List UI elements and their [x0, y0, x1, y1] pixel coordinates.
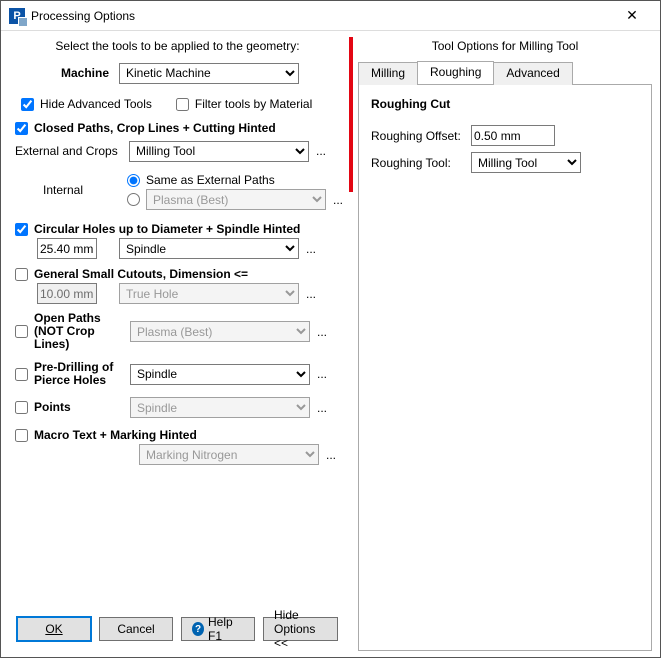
app-icon: P	[9, 8, 25, 24]
open-paths-checkbox[interactable]	[15, 325, 28, 338]
more-icon[interactable]: ...	[330, 193, 346, 207]
small-dim-input[interactable]	[37, 283, 97, 304]
more-icon[interactable]: ...	[303, 242, 319, 256]
roughing-heading: Roughing Cut	[371, 97, 639, 111]
tab-advanced[interactable]: Advanced	[493, 62, 572, 85]
small-cutouts-checkbox[interactable]: General Small Cutouts, Dimension <=	[9, 267, 346, 281]
more-icon[interactable]: ...	[314, 401, 330, 415]
external-crops-label: External and Crops	[9, 144, 129, 158]
more-icon[interactable]: ...	[323, 448, 339, 462]
internal-other-radio[interactable]	[127, 193, 140, 206]
close-icon[interactable]: ✕	[612, 7, 652, 24]
more-icon[interactable]: ...	[303, 287, 319, 301]
machine-label: Machine	[9, 66, 119, 80]
internal-label: Internal	[9, 171, 127, 197]
dialog-window: P Processing Options ✕ Select the tools …	[0, 0, 661, 658]
more-icon[interactable]: ...	[313, 144, 329, 158]
left-caption: Select the tools to be applied to the ge…	[9, 39, 346, 53]
open-paths-combo[interactable]: Plasma (Best)	[130, 321, 310, 342]
circular-dia-input[interactable]	[37, 238, 97, 259]
internal-combo[interactable]: Plasma (Best)	[146, 189, 326, 210]
tab-strip: Milling Roughing Advanced	[358, 61, 652, 85]
hide-advanced-tools-checkbox[interactable]: Hide Advanced Tools	[15, 97, 152, 111]
tab-milling[interactable]: Milling	[358, 62, 418, 85]
pre-drilling-label: Pre-Drilling of Pierce Holes	[34, 361, 130, 387]
roughing-tool-combo[interactable]: Milling Tool	[471, 152, 581, 173]
points-combo[interactable]: Spindle	[130, 397, 310, 418]
highlight-divider	[349, 37, 353, 192]
tab-body: Roughing Cut Roughing Offset: Roughing T…	[358, 85, 652, 651]
filter-by-material-checkbox[interactable]: Filter tools by Material	[170, 97, 312, 111]
content-area: Select the tools to be applied to the ge…	[1, 31, 660, 657]
circular-tool-combo[interactable]: Spindle	[119, 238, 299, 259]
help-button[interactable]: ?Help F1	[181, 617, 255, 641]
hide-options-button[interactable]: Hide Options <<	[263, 617, 338, 641]
help-icon: ?	[192, 622, 204, 636]
pre-drilling-checkbox[interactable]	[15, 368, 28, 381]
closed-paths-checkbox[interactable]: Closed Paths, Crop Lines + Cutting Hinte…	[9, 121, 346, 135]
macro-combo[interactable]: Marking Nitrogen	[139, 444, 319, 465]
titlebar: P Processing Options ✕	[1, 1, 660, 31]
pre-drilling-combo[interactable]: Spindle	[130, 364, 310, 385]
ok-button[interactable]: OK	[17, 617, 91, 641]
cancel-button[interactable]: Cancel	[99, 617, 173, 641]
more-icon[interactable]: ...	[314, 325, 330, 339]
circular-holes-checkbox[interactable]: Circular Holes up to Diameter + Spindle …	[9, 222, 346, 236]
macro-text-checkbox[interactable]: Macro Text + Marking Hinted	[9, 428, 346, 442]
machine-combo[interactable]: Kinetic Machine	[119, 63, 299, 84]
internal-same-radio[interactable]: Same as External Paths	[127, 173, 346, 187]
points-checkbox[interactable]	[15, 401, 28, 414]
button-bar: OK Cancel ?Help F1 Hide Options <<	[9, 611, 346, 651]
roughing-tool-label: Roughing Tool:	[371, 156, 471, 170]
right-pane: Tool Options for Milling Tool Milling Ro…	[350, 31, 660, 657]
points-label: Points	[34, 401, 130, 414]
roughing-offset-input[interactable]	[471, 125, 555, 146]
open-paths-label: Open Paths (NOT Crop Lines)	[34, 312, 130, 351]
external-crops-combo[interactable]: Milling Tool	[129, 141, 309, 162]
small-tool-combo[interactable]: True Hole	[119, 283, 299, 304]
right-caption: Tool Options for Milling Tool	[358, 39, 652, 53]
left-pane: Select the tools to be applied to the ge…	[1, 31, 350, 657]
more-icon[interactable]: ...	[314, 367, 330, 381]
roughing-offset-label: Roughing Offset:	[371, 129, 471, 143]
window-title: Processing Options	[31, 9, 612, 23]
tab-roughing[interactable]: Roughing	[417, 61, 494, 84]
